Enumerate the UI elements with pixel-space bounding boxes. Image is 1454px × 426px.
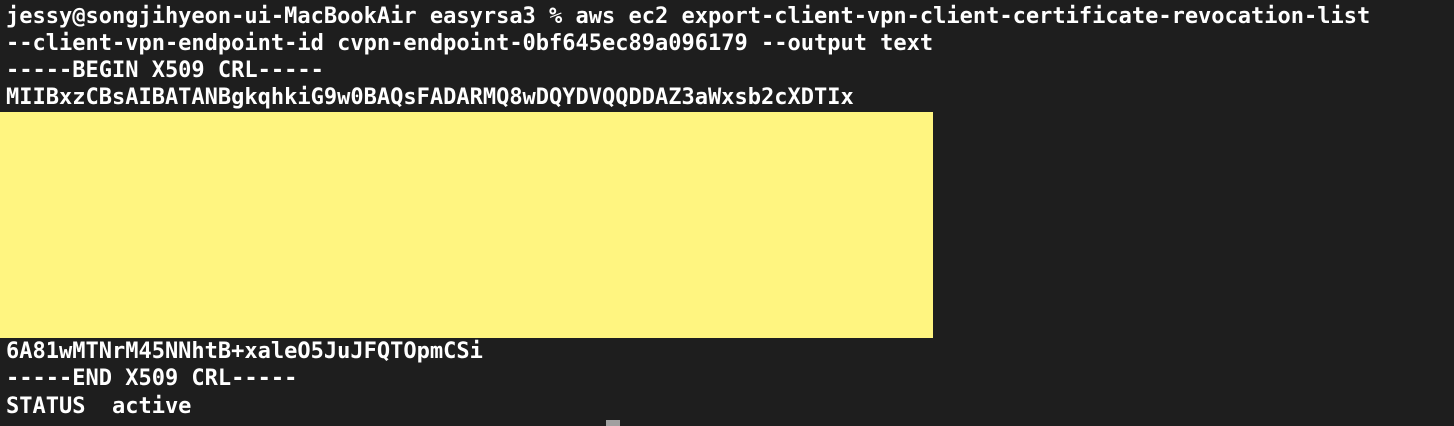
- crl-data-first-line: MIIBxzCBsAIBATANBgkqhkiG9w0BAQsFADARMQ8w…: [6, 85, 854, 110]
- terminal-window[interactable]: jessy@songjihyeon-ui-MacBookAir easyrsa3…: [0, 0, 1454, 426]
- terminal-cursor: [606, 420, 620, 426]
- crl-end-marker: -----END X509 CRL-----: [6, 366, 298, 391]
- command-continuation-line: --client-vpn-endpoint-id cvpn-endpoint-0…: [6, 31, 934, 56]
- redacted-crl-block: [0, 112, 933, 338]
- status-output-line: STATUS active: [6, 394, 192, 419]
- crl-begin-marker: -----BEGIN X509 CRL-----: [6, 58, 324, 83]
- crl-data-last-line: 6A81wMTNrM45NNhtB+xaleO5JuJFQTOpmCSi: [6, 339, 483, 364]
- command-line: jessy@songjihyeon-ui-MacBookAir easyrsa3…: [6, 4, 1371, 29]
